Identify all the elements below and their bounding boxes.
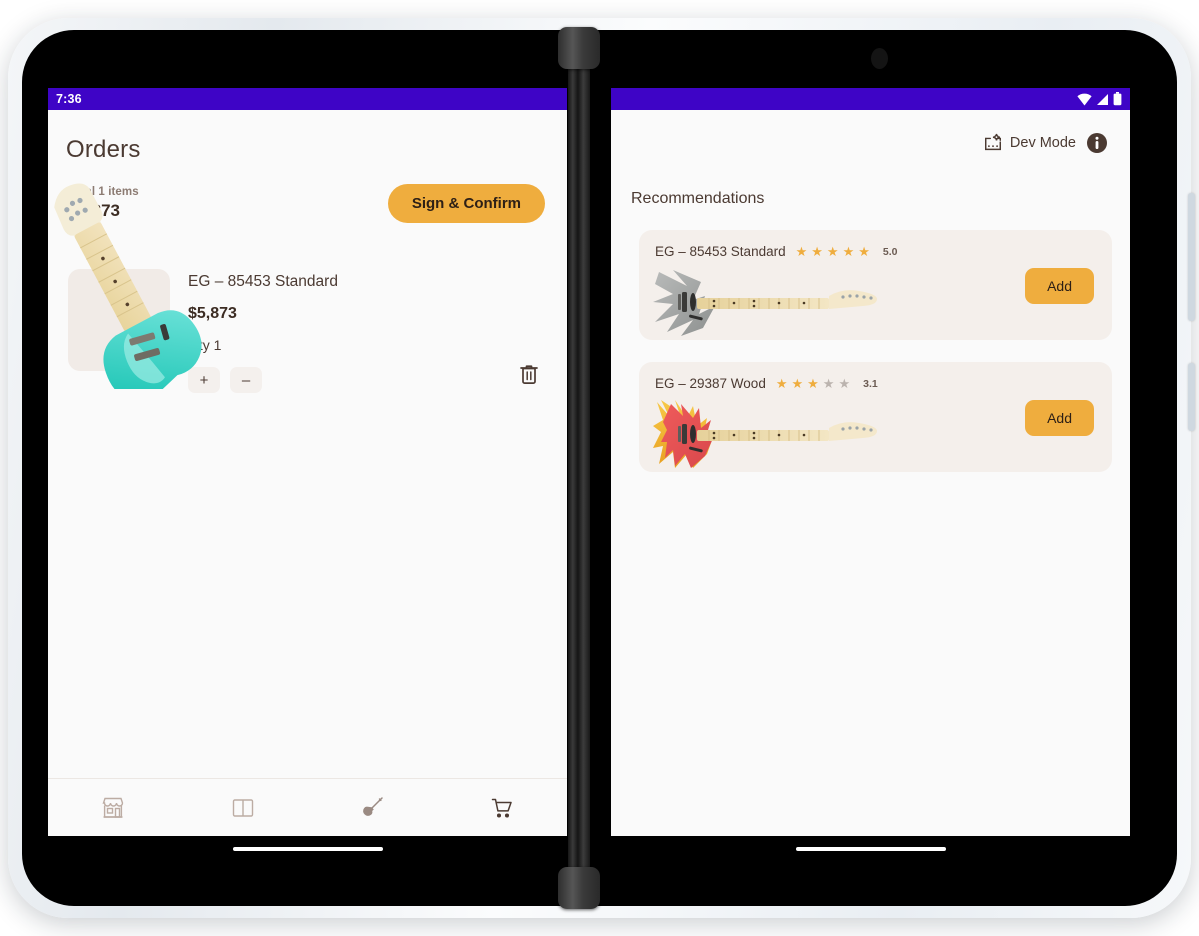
status-icons <box>1077 92 1122 106</box>
rating-stars: ★ ★ ★ ★ ★ <box>796 245 870 258</box>
gesture-bar-right-container <box>611 836 1130 862</box>
gesture-bar-left-container <box>48 836 567 862</box>
recommendations-pane: Dev Mode Recommendations EG – 85453 Stan… <box>611 110 1130 836</box>
recommendation-name: EG – 85453 Standard <box>655 244 786 259</box>
add-to-cart-button[interactable]: Add <box>1025 400 1094 436</box>
info-icon <box>1087 133 1107 153</box>
info-button[interactable] <box>1086 132 1108 154</box>
rating-stars: ★ ★ ★ ★ ★ <box>776 377 850 390</box>
star-icon: ★ <box>826 244 839 259</box>
bottom-navigation <box>48 778 567 836</box>
battery-icon <box>1113 92 1122 106</box>
catalog-book-icon <box>232 798 253 817</box>
gesture-bar-left[interactable] <box>232 847 383 851</box>
cart-item-thumbnail <box>54 183 202 389</box>
increase-qty-button[interactable]: + <box>188 367 220 393</box>
recommendation-name: EG – 29387 Wood <box>655 376 766 391</box>
total-amount: $5,873 <box>68 201 120 220</box>
recommendation-card[interactable]: EG – 85453 Standard ★ ★ ★ ★ ★ 5.0 Add <box>639 230 1112 340</box>
add-to-cart-button[interactable]: Add <box>1025 268 1094 304</box>
volume-button[interactable] <box>1188 193 1195 321</box>
right-toolbar: Dev Mode <box>611 110 1130 154</box>
recommendation-card[interactable]: EG – 29387 Wood ★ ★ ★ ★ ★ 3.1 Add <box>639 362 1112 472</box>
signal-icon <box>1097 93 1108 105</box>
status-bar-left: 7:36 <box>48 88 567 110</box>
status-clock: 7:36 <box>56 92 82 106</box>
cart-item-details: EG – 85453 Standard $5,873 Qty 1 + – <box>170 269 547 393</box>
star-icon: ★ <box>791 376 804 391</box>
hinge-cap-top <box>558 27 600 69</box>
cart-item-name: EG – 85453 Standard <box>188 273 338 290</box>
order-summary: Total 1 items $5,873 Sign & Confirm <box>48 164 567 223</box>
dev-mode-button[interactable]: Dev Mode <box>983 133 1076 153</box>
qty-stepper: + – <box>188 367 547 393</box>
dev-mode-label: Dev Mode <box>1009 135 1076 151</box>
cart-item-row: EG – 85453 Standard $5,873 Qty 1 + – <box>48 183 567 393</box>
front-camera-icon <box>871 48 888 69</box>
device-hinge <box>568 30 590 906</box>
rating-value: 5.0 <box>882 245 898 258</box>
cart-item-price: $5,873 <box>188 305 237 322</box>
star-icon: ★ <box>775 376 788 391</box>
nav-item-store[interactable] <box>48 795 178 821</box>
power-button[interactable] <box>1188 363 1195 431</box>
device-stage: 7:36 Orders Total 1 items $5,873 Sign & … <box>0 0 1199 936</box>
star-icon: ★ <box>838 376 851 391</box>
recommendations-list: EG – 85453 Standard ★ ★ ★ ★ ★ 5.0 Add EG… <box>611 208 1130 472</box>
nav-item-cart[interactable] <box>437 795 567 821</box>
star-icon: ★ <box>811 244 823 259</box>
rating-value: 3.1 <box>863 377 878 390</box>
hinge-cap-bottom <box>558 867 600 909</box>
right-display: Dev Mode Recommendations EG – 85453 Stan… <box>611 88 1130 836</box>
guitar-icon <box>363 796 384 816</box>
electric-guitar-silver-icon <box>653 270 877 336</box>
status-bar-right <box>611 88 1130 110</box>
star-icon: ★ <box>842 244 855 259</box>
nav-item-guitars[interactable] <box>308 795 438 821</box>
section-title-recommendations: Recommendations <box>631 190 765 207</box>
shopping-cart-icon <box>491 798 512 818</box>
decrease-qty-button[interactable]: – <box>230 367 262 393</box>
delete-item-button[interactable] <box>519 363 539 388</box>
wifi-icon <box>1077 93 1092 105</box>
trash-icon <box>520 365 538 384</box>
page-title: Orders <box>66 136 141 163</box>
order-totals: Total 1 items $5,873 <box>68 186 139 221</box>
star-icon: ★ <box>822 376 835 391</box>
star-icon: ★ <box>795 244 808 259</box>
left-display: 7:36 Orders Total 1 items $5,873 Sign & … <box>48 88 567 836</box>
nav-item-catalog[interactable] <box>178 795 308 821</box>
electric-guitar-red-flame-icon <box>653 400 877 468</box>
star-icon: ★ <box>807 376 819 391</box>
sign-and-confirm-button[interactable]: Sign & Confirm <box>387 184 545 223</box>
recommendation-header: EG – 29387 Wood ★ ★ ★ ★ ★ 3.1 <box>655 376 1096 391</box>
storefront-icon <box>102 797 124 818</box>
star-icon: ★ <box>858 244 870 259</box>
cart-item-qty: Qty 1 <box>188 337 222 353</box>
recommendation-header: EG – 85453 Standard ★ ★ ★ ★ ★ 5.0 <box>655 244 1096 259</box>
gesture-bar-right[interactable] <box>795 847 946 851</box>
orders-pane: Orders Total 1 items $5,873 Sign & Confi… <box>48 110 567 836</box>
total-items-label: Total 1 items <box>68 186 139 198</box>
dev-mode-icon <box>984 133 1001 151</box>
